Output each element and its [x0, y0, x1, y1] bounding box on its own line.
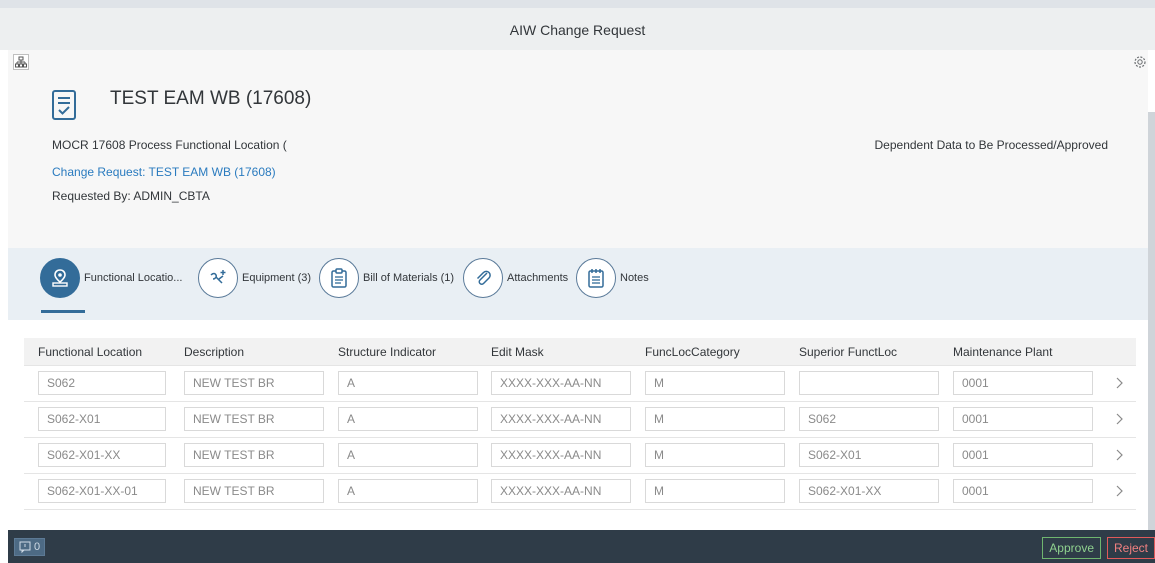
- structure-indicator-field[interactable]: A: [338, 443, 478, 467]
- left-edge: [0, 50, 8, 530]
- approve-button[interactable]: Approve: [1042, 537, 1101, 559]
- tab-bill-of-materials[interactable]: Bill of Materials (1): [319, 256, 454, 300]
- tab-equipment[interactable]: Equipment (3): [198, 256, 311, 300]
- column-header: Superior FunctLoc: [799, 345, 898, 359]
- document-approval-icon: [52, 90, 76, 120]
- edit-mask-field[interactable]: XXXX-XXX-AA-NN: [491, 371, 631, 395]
- shell-header: AIW Change Request: [0, 0, 1155, 50]
- maintenance-plant-field[interactable]: 0001: [953, 479, 1093, 503]
- paperclip-icon: [463, 258, 503, 298]
- change-request-link[interactable]: Change Request: TEST EAM WB (17608): [52, 165, 276, 179]
- superior-functloc-field[interactable]: S062-X01: [799, 443, 939, 467]
- tab-notes[interactable]: Notes: [576, 256, 649, 300]
- tab-label: Notes: [620, 272, 649, 284]
- description-field[interactable]: NEW TEST BR: [184, 443, 324, 467]
- funcloc-category-field[interactable]: M: [645, 479, 785, 503]
- chevron-right-icon[interactable]: [1114, 412, 1124, 426]
- description-field[interactable]: NEW TEST BR: [184, 407, 324, 431]
- column-header: Maintenance Plant: [953, 345, 1053, 359]
- footer-toolbar: 0 Approve Reject: [8, 530, 1155, 563]
- tab-label: Functional Locatio...: [84, 272, 183, 284]
- structure-indicator-field[interactable]: A: [338, 371, 478, 395]
- column-header: FuncLocCategory: [645, 345, 740, 359]
- hierarchy-icon[interactable]: [13, 54, 29, 70]
- table-row[interactable]: S062 NEW TEST BR A XXXX-XXX-AA-NN M 0001: [24, 366, 1136, 402]
- table-row[interactable]: S062-X01-XX NEW TEST BR A XXXX-XXX-AA-NN…: [24, 438, 1136, 474]
- message-icon: [19, 541, 31, 553]
- functional-location-field[interactable]: S062: [38, 371, 166, 395]
- description-field[interactable]: NEW TEST BR: [184, 371, 324, 395]
- edit-mask-field[interactable]: XXXX-XXX-AA-NN: [491, 443, 631, 467]
- object-header: TEST EAM WB (17608) MOCR 17608 Process F…: [8, 50, 1148, 248]
- maintenance-plant-field[interactable]: 0001: [953, 371, 1093, 395]
- table-row[interactable]: S062-X01 NEW TEST BR A XXXX-XXX-AA-NN M …: [24, 402, 1136, 438]
- superior-functloc-field[interactable]: S062: [799, 407, 939, 431]
- edit-mask-field[interactable]: XXXX-XXX-AA-NN: [491, 407, 631, 431]
- funcloc-category-field[interactable]: M: [645, 407, 785, 431]
- edit-mask-field[interactable]: XXXX-XXX-AA-NN: [491, 479, 631, 503]
- functional-location-field[interactable]: S062-X01-XX-01: [38, 479, 166, 503]
- maintenance-plant-field[interactable]: 0001: [953, 407, 1093, 431]
- tab-label: Attachments: [507, 272, 569, 284]
- functional-location-field[interactable]: S062-X01-XX: [38, 443, 166, 467]
- superior-functloc-field[interactable]: [799, 371, 939, 395]
- tab-label: Equipment (3): [242, 272, 312, 284]
- superior-functloc-field[interactable]: S062-X01-XX: [799, 479, 939, 503]
- chevron-right-icon[interactable]: [1114, 484, 1124, 498]
- column-header: Edit Mask: [491, 345, 544, 359]
- column-header: Structure Indicator: [338, 345, 437, 359]
- functional-location-field[interactable]: S062-X01: [38, 407, 166, 431]
- selected-tab-indicator: [41, 310, 85, 313]
- requested-by: Requested By: ADMIN_CBTA: [52, 189, 210, 203]
- maintenance-plant-field[interactable]: 0001: [953, 443, 1093, 467]
- functional-location-icon: [40, 258, 80, 298]
- tab-functional-location[interactable]: Functional Locatio...: [40, 256, 182, 300]
- chevron-right-icon[interactable]: [1114, 376, 1124, 390]
- message-count: 0: [34, 541, 41, 553]
- message-button[interactable]: 0: [14, 538, 46, 556]
- object-status: Dependent Data to Be Processed/Approved: [874, 138, 1108, 152]
- funcloc-category-field[interactable]: M: [645, 371, 785, 395]
- clipboard-icon: [319, 258, 359, 298]
- app-title: AIW Change Request: [509, 22, 646, 38]
- table-row[interactable]: S062-X01-XX-01 NEW TEST BR A XXXX-XXX-AA…: [24, 474, 1136, 510]
- column-header: Functional Location: [38, 345, 143, 359]
- structure-indicator-field[interactable]: A: [338, 407, 478, 431]
- column-header: Description: [184, 345, 245, 359]
- equipment-icon: [198, 258, 238, 298]
- description-field[interactable]: NEW TEST BR: [184, 479, 324, 503]
- tab-label: Bill of Materials (1): [363, 272, 455, 284]
- gear-icon[interactable]: [1132, 54, 1148, 70]
- reject-button[interactable]: Reject: [1106, 537, 1155, 559]
- icon-tab-bar: Functional Locatio... Equipment (3) Bill…: [8, 248, 1148, 320]
- functional-location-table: Functional Location Description Structur…: [8, 320, 1148, 528]
- notes-icon: [576, 258, 616, 298]
- funcloc-category-field[interactable]: M: [645, 443, 785, 467]
- scrollbar[interactable]: [1148, 112, 1155, 530]
- tab-attachments[interactable]: Attachments: [463, 256, 568, 300]
- object-title: TEST EAM WB (17608): [110, 88, 312, 109]
- chevron-right-icon[interactable]: [1114, 448, 1124, 462]
- table-header: Functional Location Description Structur…: [24, 338, 1136, 366]
- structure-indicator-field[interactable]: A: [338, 479, 478, 503]
- object-description: MOCR 17608 Process Functional Location (: [52, 138, 287, 152]
